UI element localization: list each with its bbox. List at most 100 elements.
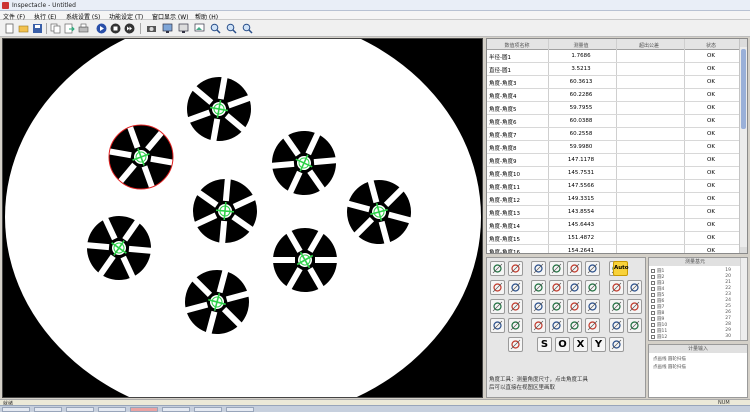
row-status-cell: OK	[707, 222, 715, 228]
monitor-icon[interactable]	[162, 23, 173, 34]
gap-tool-icon[interactable]	[549, 299, 564, 314]
width-tool-icon[interactable]	[567, 299, 582, 314]
center-tool-icon[interactable]	[508, 280, 523, 295]
chain-tool-icon[interactable]	[549, 318, 564, 333]
col-tolerance-header: 超出公差	[638, 43, 659, 49]
tool-s-button[interactable]: S	[537, 337, 552, 352]
table-row[interactable]: 角度-角度16 154.2641 OK	[487, 245, 740, 254]
table-row[interactable]: 角度-角度15 151.4872 OK	[487, 232, 740, 245]
edge-tool-icon[interactable]	[531, 299, 546, 314]
forward-icon[interactable]	[124, 23, 135, 34]
zoom-fit-icon[interactable]	[242, 23, 253, 34]
print-icon[interactable]	[78, 23, 89, 34]
display-icon[interactable]	[178, 23, 189, 34]
dot-tool-icon[interactable]	[549, 261, 564, 276]
point-tool-icon[interactable]	[490, 261, 505, 276]
lens-tool-icon[interactable]	[609, 337, 624, 352]
taskbar-item[interactable]	[66, 407, 94, 412]
axis-tool-icon[interactable]	[627, 318, 642, 333]
slot-tool-icon[interactable]	[585, 280, 600, 295]
distance-tool-icon[interactable]	[531, 280, 546, 295]
open-folder-icon[interactable]	[18, 23, 29, 34]
export-icon[interactable]	[64, 23, 75, 34]
vertical-tool-icon[interactable]	[609, 318, 624, 333]
equal-tool-icon[interactable]	[627, 299, 642, 314]
new-file-icon[interactable]	[4, 23, 15, 34]
table-row[interactable]: 角度-角度7 60.2558 OK	[487, 128, 740, 141]
table-row[interactable]: 半径-圆1 1.7686 OK	[487, 50, 740, 63]
table-scrollbar[interactable]	[739, 39, 747, 253]
zoom-in-icon[interactable]	[210, 23, 221, 34]
delete-tool-icon[interactable]	[627, 280, 642, 295]
ring-tool-icon[interactable]	[508, 318, 523, 333]
checkbox[interactable]	[651, 305, 655, 309]
play-icon[interactable]	[96, 23, 107, 34]
taskbar-item[interactable]	[162, 407, 190, 412]
auto-button[interactable]: Auto	[613, 261, 629, 276]
image-icon[interactable]	[194, 23, 205, 34]
row-name-cell: 角度-角度3	[489, 81, 517, 87]
checkbox[interactable]	[651, 269, 655, 273]
box-tool-icon[interactable]	[490, 299, 505, 314]
circle-tool-icon[interactable]	[508, 261, 523, 276]
step-tool-icon[interactable]	[585, 318, 600, 333]
feature-list-scrollbar[interactable]	[740, 258, 747, 340]
table-row[interactable]: 角度-角度13 143.8554 OK	[487, 206, 740, 219]
checkbox[interactable]	[651, 293, 655, 297]
radius-tool-icon[interactable]	[585, 261, 600, 276]
table-row[interactable]: 角度-角度11 147.5566 OK	[487, 180, 740, 193]
checkbox[interactable]	[651, 323, 655, 327]
arch-tool-icon[interactable]	[508, 337, 523, 352]
parallel-tool-icon[interactable]	[609, 299, 624, 314]
table-row[interactable]: 角度-角度12 149.3315 OK	[487, 193, 740, 206]
ellipse-tool-icon[interactable]	[549, 280, 564, 295]
checkbox[interactable]	[651, 317, 655, 321]
table-row[interactable]: 角度-角度9 147.1178 OK	[487, 154, 740, 167]
table-row[interactable]: 角度-角度8 59.9980 OK	[487, 141, 740, 154]
taskbar-item[interactable]	[34, 407, 62, 412]
crosshair-tool-icon[interactable]	[490, 280, 505, 295]
copy-icon[interactable]	[50, 23, 61, 34]
checkbox[interactable]	[651, 275, 655, 279]
height-tool-icon[interactable]	[585, 299, 600, 314]
save-icon[interactable]	[32, 23, 43, 34]
table-row[interactable]: 角度-角度6 60.0388 OK	[487, 115, 740, 128]
diag-tool-icon[interactable]	[490, 318, 505, 333]
checkbox[interactable]	[651, 311, 655, 315]
table-row[interactable]: 角度-角度14 145.6443 OK	[487, 219, 740, 232]
checkbox[interactable]	[651, 299, 655, 303]
tool-y-button[interactable]: Y	[591, 337, 606, 352]
taskbar-item[interactable]	[2, 407, 30, 412]
tool-o-button[interactable]: O	[555, 337, 570, 352]
row-value-cell: 154.2641	[567, 248, 595, 254]
zoom-out-icon[interactable]	[226, 23, 237, 34]
table-row[interactable]: 角度-角度5 59.7955 OK	[487, 102, 740, 115]
text-tool-icon[interactable]	[531, 318, 546, 333]
table-row[interactable]: 直径-圆1 3.5213 OK	[487, 63, 740, 76]
angle-tool-icon[interactable]	[531, 261, 546, 276]
link-tool-icon[interactable]	[567, 318, 582, 333]
tool-x-button[interactable]: X	[573, 337, 588, 352]
taskbar-item[interactable]	[194, 407, 222, 412]
taskbar-item[interactable]	[130, 407, 158, 412]
checkbox[interactable]	[651, 287, 655, 291]
checkbox[interactable]	[651, 335, 655, 339]
scroll-thumb[interactable]	[741, 49, 746, 129]
feature-list-item[interactable]: 圆12 30	[651, 334, 739, 340]
stop-icon[interactable]	[110, 23, 121, 34]
square-tool-icon[interactable]	[508, 299, 523, 314]
arc-tool-icon[interactable]	[567, 261, 582, 276]
scroll-up-arrow[interactable]	[740, 39, 747, 47]
measurement-viewport[interactable]	[2, 38, 483, 398]
camera-icon[interactable]	[146, 23, 157, 34]
table-row[interactable]: 角度-角度3 60.3613 OK	[487, 76, 740, 89]
checkbox[interactable]	[651, 329, 655, 333]
rect-tool-icon[interactable]	[567, 280, 582, 295]
taskbar-item[interactable]	[226, 407, 254, 412]
taskbar-item[interactable]	[98, 407, 126, 412]
scroll-down-arrow[interactable]	[740, 247, 747, 253]
table-row[interactable]: 角度-角度4 60.2286 OK	[487, 89, 740, 102]
hand-tool-icon[interactable]	[609, 280, 624, 295]
table-row[interactable]: 角度-角度10 145.7531 OK	[487, 167, 740, 180]
checkbox[interactable]	[651, 281, 655, 285]
